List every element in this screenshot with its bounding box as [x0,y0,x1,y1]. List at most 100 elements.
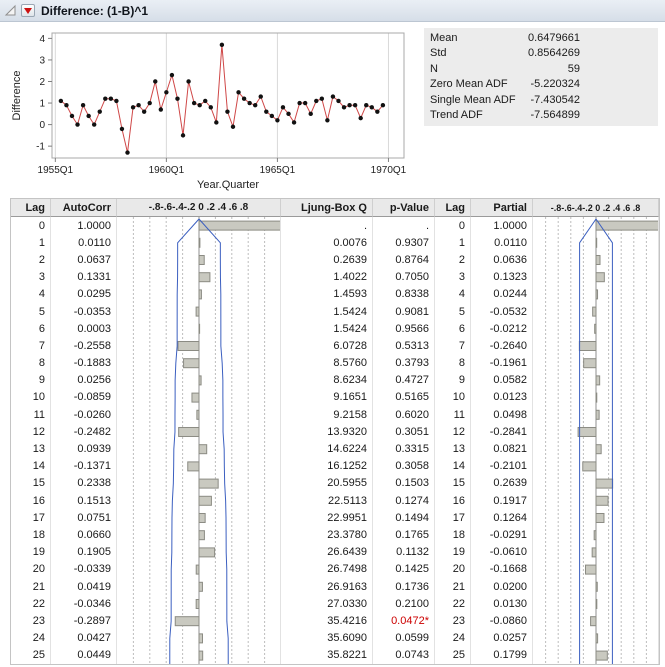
autocorr-cell: 0.0295 [51,286,117,303]
ljung-box-q-cell: 27.0330 [281,595,373,612]
partial-cell: -0.0860 [471,612,533,629]
lag2-cell: 1 [435,234,471,251]
autocorr-cell: -0.1371 [51,458,117,475]
autocorr-cell: 0.1905 [51,544,117,561]
header-p-value: p-Value [373,199,435,217]
lag2-cell: 13 [435,440,471,457]
p-value-cell: 0.1736 [373,578,435,595]
partial-cell: -0.2101 [471,458,533,475]
partial-cell: 0.1323 [471,269,533,286]
partial-cell: 0.2639 [471,475,533,492]
partial-cell: 0.0257 [471,630,533,647]
lag2-cell: 18 [435,526,471,543]
ljung-box-q-cell: 1.4022 [281,269,373,286]
partial-cell: 0.0130 [471,595,533,612]
lag-cell: 4 [11,286,51,303]
stat-label: Std [430,47,522,59]
red-triangle-menu-icon[interactable] [21,4,35,17]
svg-text:1960Q1: 1960Q1 [149,165,185,176]
svg-text:1970Q1: 1970Q1 [371,165,407,176]
stat-label: Mean [430,32,522,44]
svg-text:4: 4 [39,34,45,45]
stats-table: Mean0.6479661Std0.8564269N59Zero Mean AD… [424,28,658,126]
stat-value: -5.220324 [522,78,580,90]
lag2-cell: 9 [435,372,471,389]
lag2-cell: 16 [435,492,471,509]
lag-cell: 2 [11,251,51,268]
autocorr-cell: 0.0939 [51,440,117,457]
ljung-box-q-cell: 16.1252 [281,458,373,475]
p-value-cell: 0.9566 [373,320,435,337]
acf-bars-svg [117,217,281,664]
lag-cell: 24 [11,630,51,647]
autocorr-cell: -0.0353 [51,303,117,320]
lag-cell: 14 [11,458,51,475]
lag2-cell: 2 [435,251,471,268]
partial-cell: 0.0200 [471,578,533,595]
lag2-cell: 19 [435,544,471,561]
lag-cell: 7 [11,337,51,354]
p-value-cell: 0.0472* [373,612,435,629]
ljung-box-q-cell: 22.9951 [281,509,373,526]
stat-row: N59 [430,61,652,77]
stat-row: Zero Mean ADF-5.220324 [430,77,652,93]
autocorr-cell: 0.0427 [51,630,117,647]
ljung-box-q-cell: 13.9320 [281,423,373,440]
autocorr-cell: 0.1513 [51,492,117,509]
lag-cell: 8 [11,355,51,372]
p-value-cell: 0.4727 [373,372,435,389]
ljung-box-q-cell: 1.4593 [281,286,373,303]
p-value-cell: . [373,217,435,234]
header-partial: Partial [471,199,533,217]
acf-bar-plot [117,217,281,664]
lag-cell: 17 [11,509,51,526]
partial-cell: -0.2841 [471,423,533,440]
partial-cell: 0.0244 [471,286,533,303]
stat-value: 0.8564269 [522,47,580,59]
lag-cell: 22 [11,595,51,612]
p-value-cell: 0.6020 [373,406,435,423]
partial-cell: -0.0212 [471,320,533,337]
p-value-cell: 0.1503 [373,475,435,492]
partial-cell: -0.0291 [471,526,533,543]
svg-text:0: 0 [39,120,45,131]
ljung-box-q-cell: 9.2158 [281,406,373,423]
ljung-box-q-cell: 26.7498 [281,561,373,578]
partial-cell: 0.0110 [471,234,533,251]
autocorr-cell: 0.2338 [51,475,117,492]
pacf-bars-svg [533,217,659,664]
ljung-box-q-cell: 26.9163 [281,578,373,595]
stat-value: 59 [522,63,580,75]
stat-row: Std0.8564269 [430,46,652,62]
partial-cell: 0.0636 [471,251,533,268]
lag2-cell: 14 [435,458,471,475]
svg-text:-1: -1 [36,142,45,153]
disclosure-triangle-icon[interactable] [4,4,17,17]
lag2-cell: 25 [435,647,471,664]
header-acf-axis: -.8-.6-.4-.2 0 .2 .4 .6 .8 [117,199,281,217]
disclosure-triangle-svg [4,4,17,17]
lag2-cell: 17 [435,509,471,526]
autocorrelation-table: LagAutoCorr-.8-.6-.4-.2 0 .2 .4 .6 .8Lju… [10,198,660,665]
ljung-box-q-cell: 35.6090 [281,630,373,647]
time-series-plot[interactable]: -1012341955Q11960Q11965Q11970Q1Year.Quar… [8,26,414,194]
stat-row: Mean0.6479661 [430,30,652,46]
stat-label: N [430,63,522,75]
autocorr-cell: -0.0339 [51,561,117,578]
lag-cell: 3 [11,269,51,286]
lag-cell: 1 [11,234,51,251]
lag2-cell: 12 [435,423,471,440]
lag-cell: 0 [11,217,51,234]
ljung-box-q-cell: 1.5424 [281,320,373,337]
svg-text:3: 3 [39,55,45,66]
header-lag2: Lag [435,199,471,217]
lag2-cell: 0 [435,217,471,234]
partial-cell: -0.1961 [471,355,533,372]
p-value-cell: 0.0743 [373,647,435,664]
p-value-cell: 0.3315 [373,440,435,457]
stat-label: Zero Mean ADF [430,78,522,90]
header-lag: Lag [11,199,51,217]
partial-cell: 0.0582 [471,372,533,389]
autocorr-cell: 0.0419 [51,578,117,595]
ljung-box-q-cell: 14.6224 [281,440,373,457]
